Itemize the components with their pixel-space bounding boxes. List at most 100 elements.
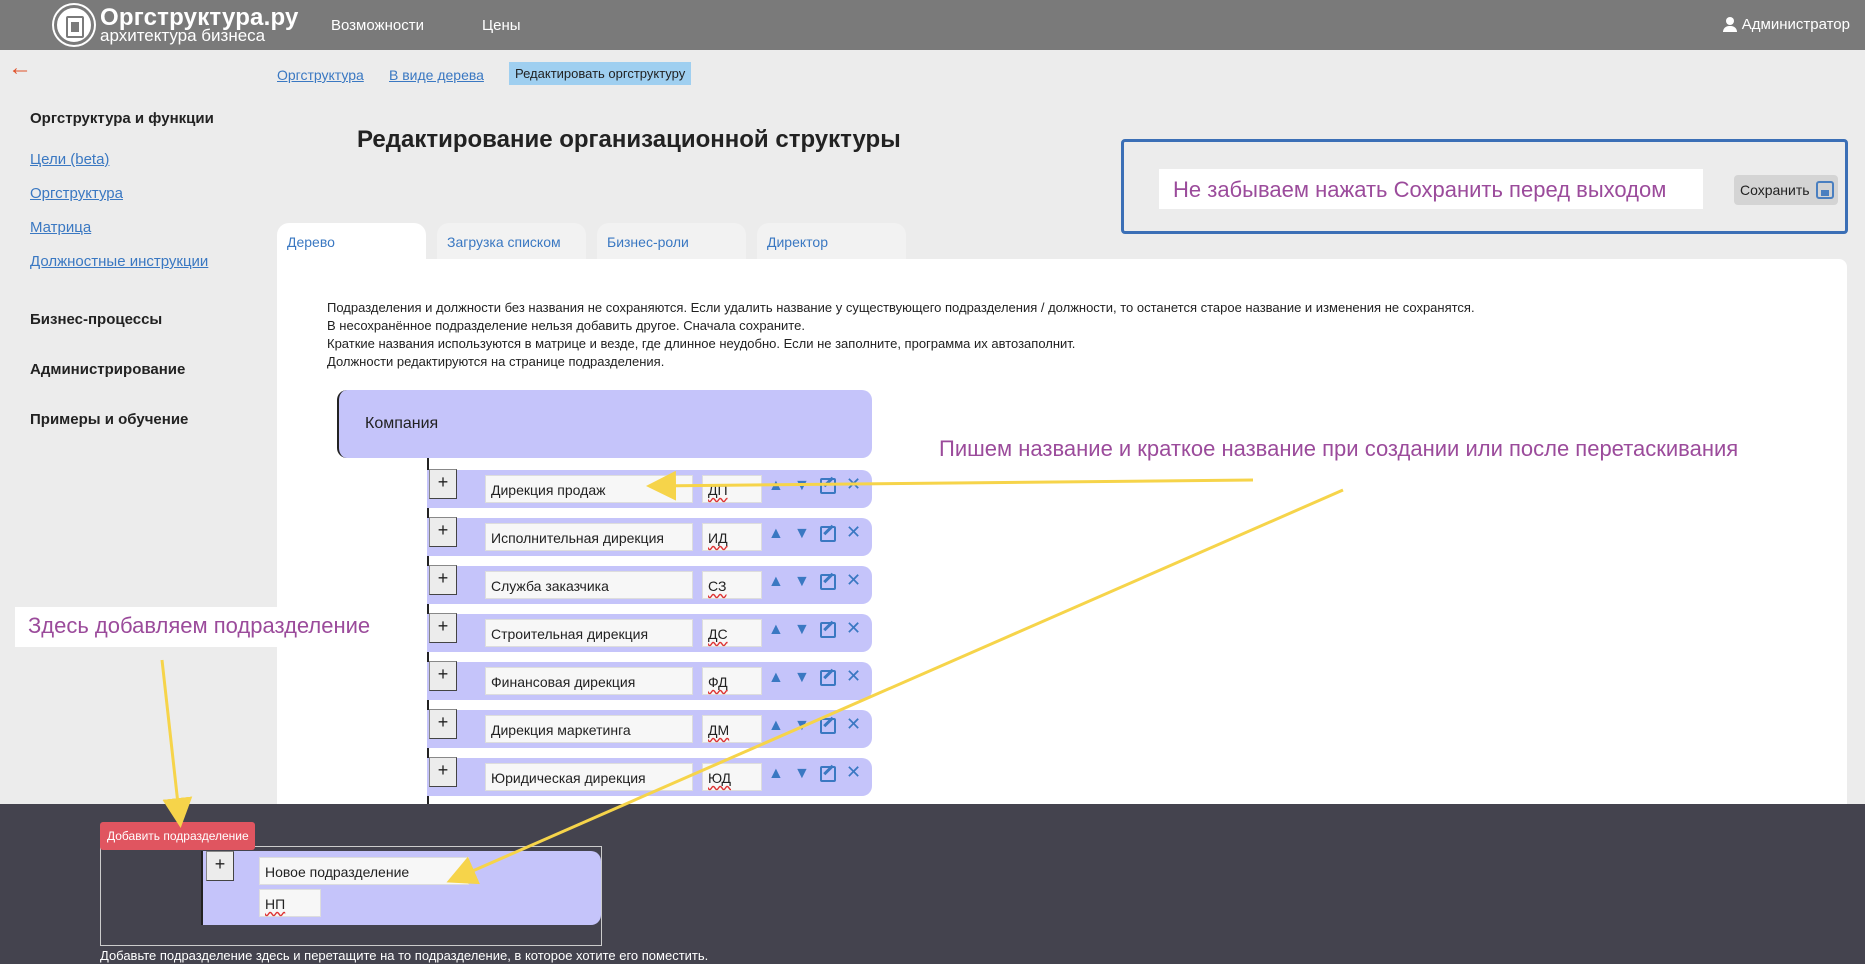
plus-icon[interactable]: + xyxy=(429,709,457,739)
save-reminder-note: Не забываем нажать Сохранить перед выход… xyxy=(1159,169,1703,209)
edit-icon[interactable] xyxy=(820,766,836,782)
unit-name-input[interactable]: Исполнительная дирекция xyxy=(485,523,693,551)
unit-name-input[interactable]: Финансовая дирекция xyxy=(485,667,693,695)
logo-subtitle: архитектура бизнеса xyxy=(100,26,266,45)
user-menu[interactable]: Администратор xyxy=(1722,16,1850,33)
unit-short-input[interactable]: ДП xyxy=(702,475,762,503)
edit-icon[interactable] xyxy=(820,574,836,590)
move-down-icon[interactable]: ▼ xyxy=(794,766,810,782)
breadcrumb-orgstructure[interactable]: Оргструктура xyxy=(277,67,364,83)
annotation-naming: Пишем название и краткое название при со… xyxy=(939,436,1739,461)
tree-row[interactable]: + Исполнительная дирекция ИД ▲ ▼ ✕ xyxy=(427,517,872,556)
edit-icon[interactable] xyxy=(820,718,836,734)
annotation-add-here: Здесь добавляем подразделение xyxy=(15,607,370,647)
new-unit-node[interactable]: + Новое подразделение НП xyxy=(201,851,601,925)
plus-icon[interactable]: + xyxy=(429,757,457,787)
sidebar-link-orgstructure[interactable]: Оргструктура xyxy=(30,185,123,202)
save-reminder-box: Не забываем нажать Сохранить перед выход… xyxy=(1121,139,1848,234)
delete-icon[interactable]: ✕ xyxy=(846,667,861,685)
tree-row[interactable]: + Дирекция маркетинга ДМ ▲ ▼ ✕ xyxy=(427,709,872,748)
unit-short-input[interactable]: ФД xyxy=(702,667,762,695)
sidebar-section-processes[interactable]: Бизнес-процессы xyxy=(30,311,162,328)
plus-icon[interactable]: + xyxy=(429,565,457,595)
arrow-to-add-button xyxy=(160,659,193,828)
move-down-icon[interactable]: ▼ xyxy=(794,526,810,542)
move-up-icon[interactable]: ▲ xyxy=(768,670,784,686)
save-button-label: Сохранить xyxy=(1740,182,1810,198)
nav-prices[interactable]: Цены xyxy=(482,17,521,34)
delete-icon[interactable]: ✕ xyxy=(846,715,861,733)
sidebar-section-admin[interactable]: Администрирование xyxy=(30,361,185,378)
tree-root-company[interactable]: Компания xyxy=(337,390,872,458)
new-unit-short-input[interactable]: НП xyxy=(259,889,321,917)
move-up-icon[interactable]: ▲ xyxy=(768,574,784,590)
unit-short-input[interactable]: ЮД xyxy=(702,763,762,791)
dock-hint-text: Добавьте подразделение здесь и перетащит… xyxy=(100,948,709,963)
plus-icon[interactable]: + xyxy=(429,661,457,691)
logo-icon[interactable] xyxy=(54,5,94,45)
nav-features[interactable]: Возможности xyxy=(331,17,424,34)
move-up-icon[interactable]: ▲ xyxy=(768,622,784,638)
move-up-icon[interactable]: ▲ xyxy=(768,718,784,734)
back-arrow-icon[interactable]: ← xyxy=(8,54,32,82)
add-unit-button[interactable]: Добавить подразделение xyxy=(100,822,255,850)
move-down-icon[interactable]: ▼ xyxy=(794,622,810,638)
tab-list-upload[interactable]: Загрузка списком xyxy=(437,223,586,259)
page-title: Редактирование организационной структуры xyxy=(357,126,901,153)
delete-icon[interactable]: ✕ xyxy=(846,619,861,637)
delete-icon[interactable]: ✕ xyxy=(846,475,861,493)
info-text: Подразделения и должности без названия н… xyxy=(327,299,1475,371)
delete-icon[interactable]: ✕ xyxy=(846,523,861,541)
unit-name-input[interactable]: Дирекция продаж xyxy=(485,475,693,503)
tab-tree[interactable]: Дерево xyxy=(277,223,426,259)
unit-short-input[interactable]: СЗ xyxy=(702,571,762,599)
delete-icon[interactable]: ✕ xyxy=(846,763,861,781)
delete-icon[interactable]: ✕ xyxy=(846,571,861,589)
move-down-icon[interactable]: ▼ xyxy=(794,574,810,590)
move-down-icon[interactable]: ▼ xyxy=(794,718,810,734)
unit-name-input[interactable]: Дирекция маркетинга xyxy=(485,715,693,743)
edit-icon[interactable] xyxy=(820,622,836,638)
plus-icon[interactable]: + xyxy=(429,517,457,547)
sidebar-link-job-descriptions[interactable]: Должностные инструкции xyxy=(30,253,208,270)
edit-icon[interactable] xyxy=(820,478,836,494)
edit-icon[interactable] xyxy=(820,670,836,686)
info-line-4: Должности редактируются на странице подр… xyxy=(327,354,665,369)
info-line-3: Краткие названия используются в матрице … xyxy=(327,336,1076,351)
tree-row[interactable]: + Служба заказчика СЗ ▲ ▼ ✕ xyxy=(427,565,872,604)
user-name: Администратор xyxy=(1741,16,1850,33)
sidebar-link-goals[interactable]: Цели (beta) xyxy=(30,151,109,168)
floppy-disk-icon xyxy=(1816,181,1834,199)
unit-name-input[interactable]: Юридическая дирекция xyxy=(485,763,693,791)
save-button[interactable]: Сохранить xyxy=(1734,175,1838,205)
move-down-icon[interactable]: ▼ xyxy=(794,478,810,494)
move-down-icon[interactable]: ▼ xyxy=(794,670,810,686)
new-unit-name-input[interactable]: Новое подразделение xyxy=(259,857,469,885)
move-up-icon[interactable]: ▲ xyxy=(768,526,784,542)
sidebar-section-org[interactable]: Оргструктура и функции xyxy=(30,110,214,127)
info-line-2: В несохранённое подразделение нельзя доб… xyxy=(327,318,805,333)
sidebar-section-examples[interactable]: Примеры и обучение xyxy=(30,411,188,428)
move-up-icon[interactable]: ▲ xyxy=(768,766,784,782)
tree-row[interactable]: + Финансовая дирекция ФД ▲ ▼ ✕ xyxy=(427,661,872,700)
unit-short-input[interactable]: ИД xyxy=(702,523,762,551)
sidebar-link-matrix[interactable]: Матрица xyxy=(30,219,91,236)
tab-director[interactable]: Директор xyxy=(757,223,906,259)
plus-icon[interactable]: + xyxy=(429,469,457,499)
unit-name-input[interactable]: Строительная дирекция xyxy=(485,619,693,647)
breadcrumb-tree-view[interactable]: В виде дерева xyxy=(389,67,484,83)
unit-short-input[interactable]: ДС xyxy=(702,619,762,647)
info-line-1: Подразделения и должности без названия н… xyxy=(327,300,1475,315)
unit-name-input[interactable]: Служба заказчика xyxy=(485,571,693,599)
tab-business-roles[interactable]: Бизнес-роли xyxy=(597,223,746,259)
plus-icon[interactable]: + xyxy=(206,851,234,881)
plus-icon[interactable]: + xyxy=(429,613,457,643)
unit-short-input[interactable]: ДМ xyxy=(702,715,762,743)
top-navbar: Оргструктура.ру архитектура бизнеса Возм… xyxy=(0,0,1865,50)
tree-row[interactable]: + Дирекция продаж ДП ▲ ▼ ✕ xyxy=(427,469,872,508)
tree-row[interactable]: + Строительная дирекция ДС ▲ ▼ ✕ xyxy=(427,613,872,652)
tree-row[interactable]: + Юридическая дирекция ЮД ▲ ▼ ✕ xyxy=(427,757,872,796)
breadcrumb-edit-active: Редактировать оргструктуру xyxy=(509,62,692,85)
edit-icon[interactable] xyxy=(820,526,836,542)
move-up-icon[interactable]: ▲ xyxy=(768,478,784,494)
